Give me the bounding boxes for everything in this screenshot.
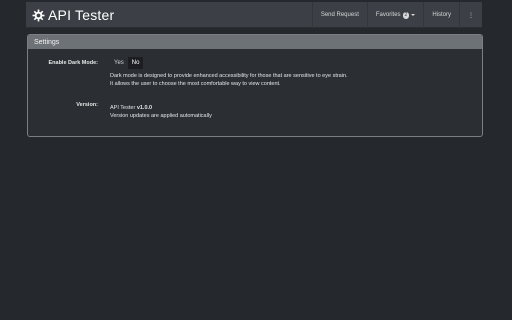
- dark-mode-description-line-1: Dark mode is designed to provide enhance…: [110, 73, 348, 79]
- gear-icon: [32, 9, 45, 22]
- version-note: Version updates are applied automaticall…: [110, 113, 212, 119]
- caret-down-icon: [411, 14, 416, 16]
- send-request-label: Send Request: [320, 12, 359, 18]
- dark-mode-label: Enable Dark Mode:: [48, 60, 98, 66]
- vertical-ellipsis-icon: ⋮: [468, 12, 474, 19]
- brand[interactable]: API Tester: [32, 5, 114, 25]
- favorites-count-badge: 2: [402, 11, 410, 19]
- top-navbar: API Tester Send Request Favorites 2 Hist…: [26, 2, 482, 28]
- favorites-dropdown[interactable]: Favorites 2: [366, 2, 423, 28]
- app-title: API Tester: [48, 7, 115, 23]
- settings-title: Settings: [34, 38, 60, 46]
- dark-mode-description: Dark mode is designed to provide enhance…: [110, 72, 348, 88]
- favorites-label: Favorites: [375, 12, 401, 18]
- dark-mode-no-button[interactable]: No: [127, 57, 144, 69]
- version-number: v1.0.0: [136, 105, 153, 111]
- settings-panel-header: Settings: [28, 35, 482, 49]
- version-product: API Tester: [110, 105, 136, 111]
- history-label: History: [432, 12, 451, 18]
- more-menu-button[interactable]: ⋮: [459, 2, 482, 28]
- send-request-link[interactable]: Send Request: [311, 2, 367, 28]
- history-link[interactable]: History: [423, 2, 459, 28]
- nav-menu: Send Request Favorites 2 History ⋮: [311, 2, 482, 28]
- settings-panel: Settings Enable Dark Mode: Yes No Dark m…: [27, 34, 483, 137]
- dark-mode-yes-button[interactable]: Yes: [110, 57, 128, 69]
- version-line: API Tester v1.0.0: [110, 104, 212, 112]
- page: API Tester Send Request Favorites 2 Hist…: [0, 0, 512, 320]
- version-label: Version:: [76, 102, 98, 108]
- version-info: API Tester v1.0.0 Version updates are ap…: [110, 104, 212, 120]
- dark-mode-description-line-2: It allows the user to choose the most co…: [110, 81, 281, 87]
- dark-mode-toggle: Yes No: [110, 57, 144, 69]
